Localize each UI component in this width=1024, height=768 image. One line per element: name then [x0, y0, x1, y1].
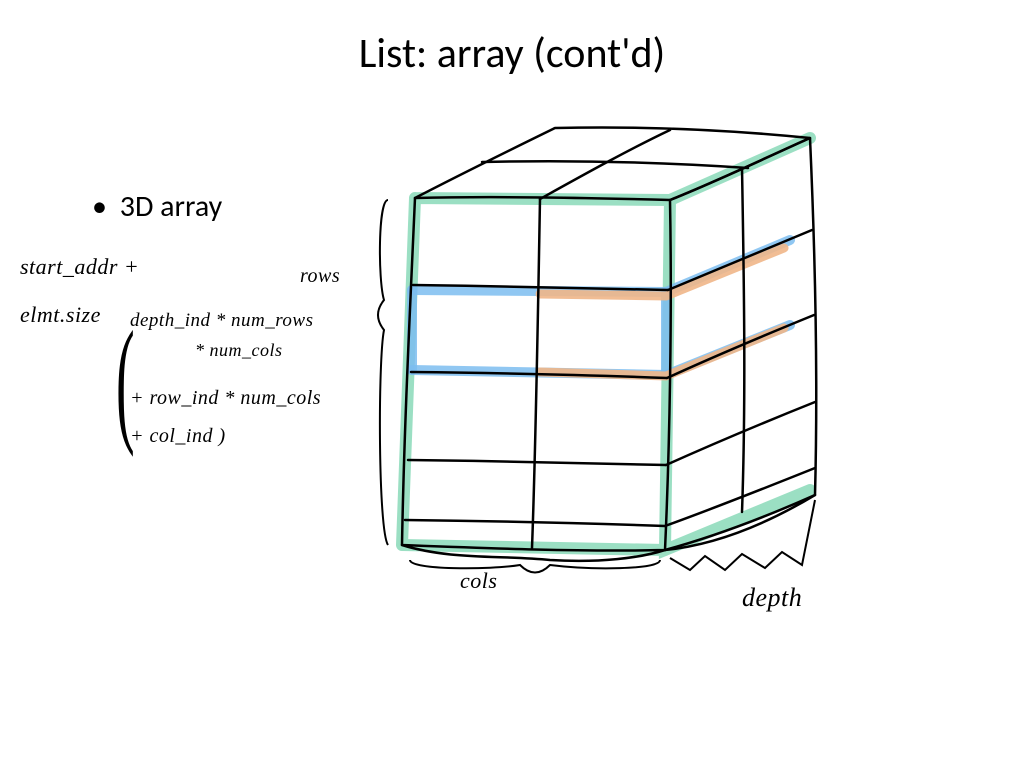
formula-line2: elmt.size — [20, 300, 101, 331]
label-rows: rows — [300, 262, 340, 290]
formula-line1: start_addr + — [20, 252, 139, 283]
formula-line4: * num_cols — [195, 338, 283, 363]
formula-line3: depth_ind * num_rows — [130, 308, 313, 335]
cube-diagram — [370, 100, 960, 610]
formula-line5: + row_ind * num_cols — [130, 384, 321, 412]
formula-line6: + col_ind ) — [130, 422, 226, 450]
slide-title: List: array (cont'd) — [0, 28, 1024, 79]
bullet-3d-array: 3D array — [92, 188, 222, 225]
